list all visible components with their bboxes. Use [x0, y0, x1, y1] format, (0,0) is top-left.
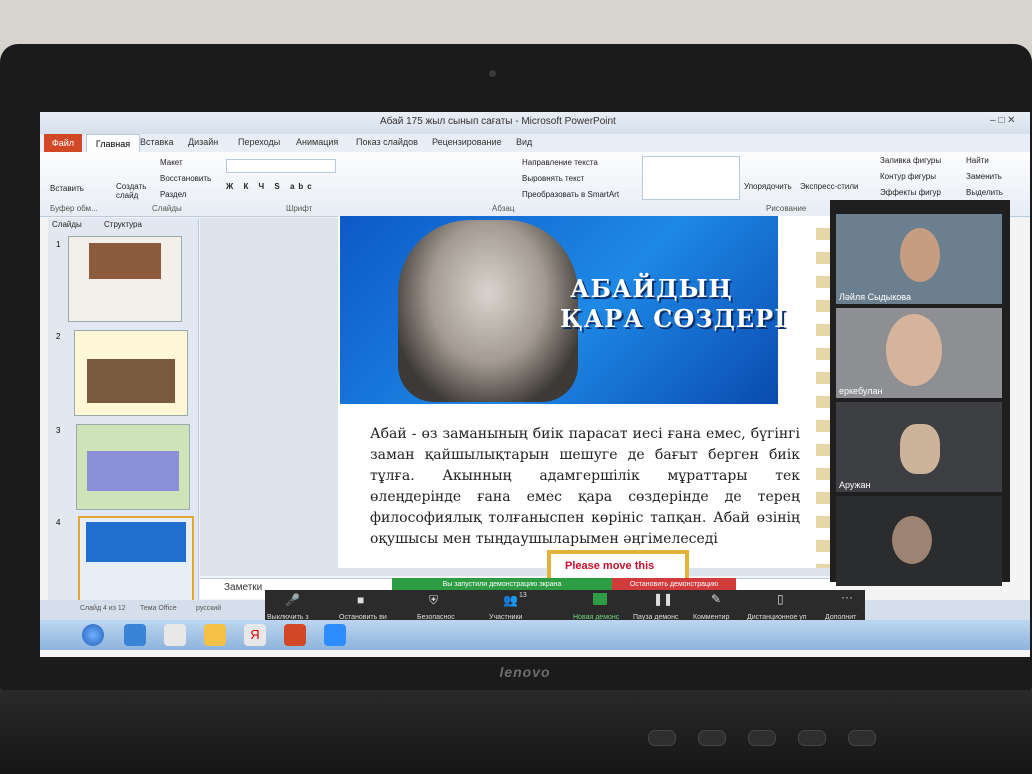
align-text-button[interactable]: Выровнять текст — [522, 174, 584, 183]
group-drawing: Рисование — [766, 204, 807, 213]
tab-insert[interactable]: Вставка — [140, 137, 173, 147]
slide-thumbnail[interactable] — [74, 330, 188, 416]
participant-name: Ләйля Сыдыкова — [839, 292, 911, 302]
folder-icon[interactable] — [204, 624, 226, 646]
participant-name: еркебулан — [839, 386, 883, 396]
tab-file[interactable]: Файл — [44, 134, 82, 152]
move-button-label: Please move this — [565, 560, 655, 572]
tab-slideshow[interactable]: Показ слайдов — [356, 137, 418, 147]
font-name-input[interactable] — [226, 159, 336, 173]
portrait-image — [398, 220, 578, 402]
group-paragraph: Абзац — [492, 204, 515, 213]
zoom-toolbar: 🎤 Выключить з ■ Остановить ви ⛨ Безопасн… — [265, 590, 865, 624]
participant-tile[interactable]: еркебулан — [836, 308, 1002, 398]
slide-number: 2 — [56, 332, 61, 341]
pen-icon[interactable]: ✎ — [711, 592, 721, 606]
media-key — [848, 730, 876, 746]
laptop-brand: lenovo — [499, 664, 551, 680]
layout-button[interactable]: Макет — [160, 158, 183, 167]
participant-tile[interactable] — [836, 496, 1002, 586]
laptop-base — [0, 690, 1032, 774]
mouse-icon[interactable]: ▯ — [777, 592, 784, 606]
media-icon[interactable] — [164, 624, 186, 646]
media-key — [648, 730, 676, 746]
slide-number: 4 — [56, 518, 61, 527]
text-direction-button[interactable]: Направление текста — [522, 158, 598, 167]
arrange-button[interactable]: Упорядочить — [744, 182, 792, 191]
quick-styles-button[interactable]: Экспресс-стили — [800, 182, 859, 191]
find-button[interactable]: Найти — [966, 156, 989, 165]
title-bar: Абай 175 жыл сынып сағаты - Microsoft Po… — [40, 112, 1030, 134]
yandex-icon[interactable]: Я — [244, 624, 266, 646]
zoom-video-panel: Ләйля Сыдыкова еркебулан Аружан — [830, 200, 1010, 586]
video-icon[interactable]: ■ — [357, 593, 364, 607]
tab-home[interactable]: Главная — [86, 134, 140, 153]
media-key — [698, 730, 726, 746]
replace-button[interactable]: Заменить — [966, 172, 1002, 181]
participant-tile[interactable]: Аружан — [836, 402, 1002, 492]
window-controls-icon[interactable]: – □ ✕ — [990, 115, 1016, 126]
tab-transitions[interactable]: Переходы — [238, 137, 280, 147]
slide-thumbnail[interactable] — [68, 236, 182, 322]
powerpoint-icon[interactable] — [284, 624, 306, 646]
tab-view[interactable]: Вид — [516, 137, 532, 147]
participant-tile[interactable]: Ләйля Сыдыкова — [836, 214, 1002, 304]
tab-outline[interactable]: Структура — [104, 220, 142, 229]
media-key — [748, 730, 776, 746]
ie-icon[interactable] — [124, 624, 146, 646]
shape-outline-button[interactable]: Контур фигуры — [880, 172, 936, 181]
paste-button[interactable]: Вставить — [50, 184, 84, 193]
slide-title-line1: АБАЙДЫҢ — [570, 274, 733, 303]
shape-effects-button[interactable]: Эффекты фигур — [880, 188, 941, 197]
start-icon[interactable] — [82, 624, 104, 646]
tab-review[interactable]: Рецензирование — [432, 137, 502, 147]
tab-slides[interactable]: Слайды — [52, 220, 82, 229]
more-icon[interactable]: ··· — [841, 590, 853, 604]
taskbar: Я — [40, 620, 1030, 650]
shape-fill-button[interactable]: Заливка фигуры — [880, 156, 941, 165]
shield-icon[interactable]: ⛨ — [429, 593, 438, 608]
new-share-icon[interactable] — [593, 593, 607, 605]
slide-thumbnail[interactable] — [76, 424, 190, 510]
notes-label: Заметки — [224, 582, 263, 593]
section-button[interactable]: Раздел — [160, 190, 186, 199]
participants-count: 13 — [519, 592, 527, 599]
smartart-button[interactable]: Преобразовать в SmartArt — [522, 190, 619, 199]
status-language: русский — [196, 605, 222, 612]
slide-number: 1 — [56, 240, 61, 249]
slide-thumbnail[interactable] — [78, 516, 194, 604]
screen: Абай 175 жыл сынып сағаты - Microsoft Po… — [40, 112, 1030, 657]
font-format-buttons[interactable]: Ж К Ч S abc — [226, 182, 316, 191]
slide-number: 3 — [56, 426, 61, 435]
group-font: Шрифт — [286, 204, 313, 213]
slide-title-line2: ҚАРА СӨЗДЕРІ — [560, 304, 787, 333]
webcam — [489, 70, 496, 77]
participants-icon[interactable]: 👥 — [503, 593, 518, 607]
media-key — [798, 730, 826, 746]
select-button[interactable]: Выделить — [966, 188, 1003, 197]
shapes-gallery[interactable] — [642, 156, 740, 200]
tab-animation[interactable]: Анимация — [296, 137, 338, 147]
pause-icon[interactable]: ❚❚ — [653, 592, 673, 606]
participant-name: Аружан — [839, 480, 871, 490]
zoom-icon[interactable] — [324, 624, 346, 646]
slides-panel: Слайды Структура 1 2 3 4 — [48, 218, 199, 613]
slide-body-text[interactable]: Абай - өз заманының биік парасат иесі ға… — [370, 424, 800, 550]
window-title: Абай 175 жыл сынып сағаты - Microsoft Po… — [380, 116, 616, 127]
group-clipboard: Буфер обм... — [50, 204, 98, 213]
create-slide-button[interactable]: Создать слайд — [116, 182, 146, 200]
tab-design[interactable]: Дизайн — [188, 137, 218, 147]
ribbon-tabs: Вставка Дизайн Переходы Анимация Показ с… — [40, 134, 1030, 152]
group-slides: Слайды — [152, 204, 182, 213]
reset-button[interactable]: Восстановить — [160, 174, 211, 183]
status-theme: Тема Office — [140, 605, 177, 612]
status-slide: Слайд 4 из 12 — [80, 605, 126, 612]
microphone-icon[interactable]: 🎤 — [285, 593, 300, 607]
